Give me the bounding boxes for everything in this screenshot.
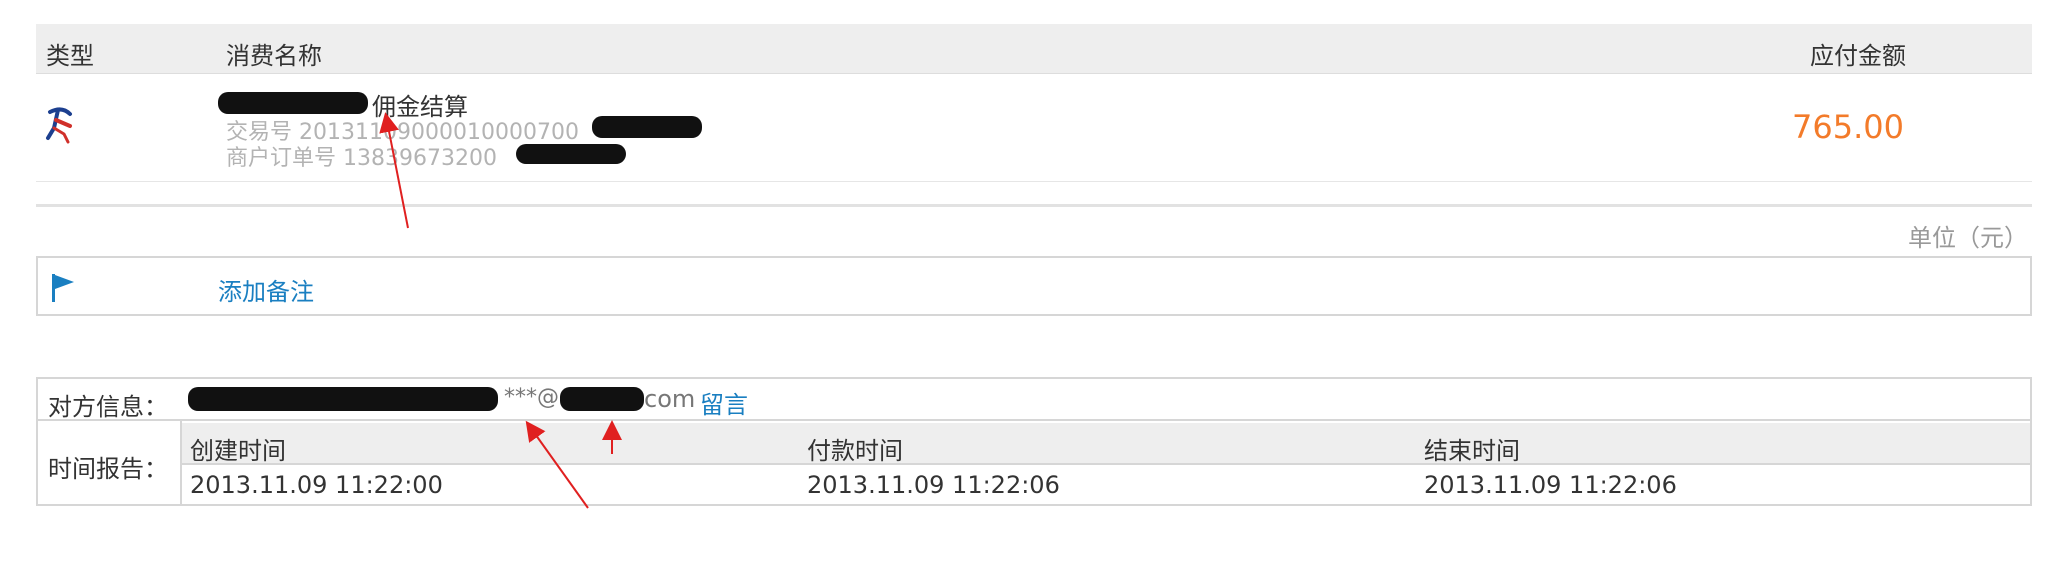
end-time-value: 2013.11.09 11:22:06: [1424, 471, 1677, 499]
merchant-order-number: 商户订单号 13839673200: [226, 140, 497, 172]
counterparty-label: 对方信息：: [48, 393, 168, 421]
message-link[interactable]: 留言: [700, 385, 748, 420]
order-row: 佣金结算 交易号 20131109000010000700 商户订单号 1383…: [36, 74, 2032, 182]
flag-icon: [50, 272, 78, 304]
time-report-label: 时间报告：: [48, 455, 168, 483]
remark-panel: 添加备注: [36, 256, 2032, 316]
redacted-domain: [560, 387, 644, 411]
created-time-value: 2013.11.09 11:22:00: [190, 471, 443, 499]
unit-note: 单位（元）: [1908, 224, 2028, 252]
merchant-no: 13839673200: [343, 146, 497, 171]
header-type: 类型: [46, 42, 94, 70]
time-header: 创建时间 付款时间 结束时间: [182, 423, 2030, 465]
order-table-header: 类型 消费名称 应付金额: [36, 24, 2032, 74]
header-divider: [182, 463, 2032, 465]
add-remark-link[interactable]: 添加备注: [218, 272, 314, 307]
merchant-label: 商户订单号: [226, 146, 337, 171]
redacted-counterparty: [188, 387, 498, 411]
info-table: 对方信息： ***@ com 留言 时间报告： 创建时间 付款时间 结束时间 2…: [36, 377, 2032, 506]
paid-time-value: 2013.11.09 11:22:06: [807, 471, 1060, 499]
end-time-head: 结束时间: [1424, 437, 1520, 465]
header-amount: 应付金额: [1810, 42, 1906, 70]
email-fragment-b: com: [644, 385, 696, 413]
redacted-merchant: [516, 144, 626, 164]
runner-icon: [44, 104, 84, 144]
paid-time-head: 付款时间: [807, 437, 903, 465]
amount-value: 765.00: [1792, 108, 1904, 146]
divider: [36, 204, 2032, 207]
redacted-trade: [592, 116, 702, 138]
email-fragment-a: ***@: [504, 385, 559, 410]
redacted-name: [218, 92, 368, 114]
created-time-head: 创建时间: [190, 437, 286, 465]
row-divider: [38, 419, 2030, 421]
header-name: 消费名称: [226, 42, 322, 70]
